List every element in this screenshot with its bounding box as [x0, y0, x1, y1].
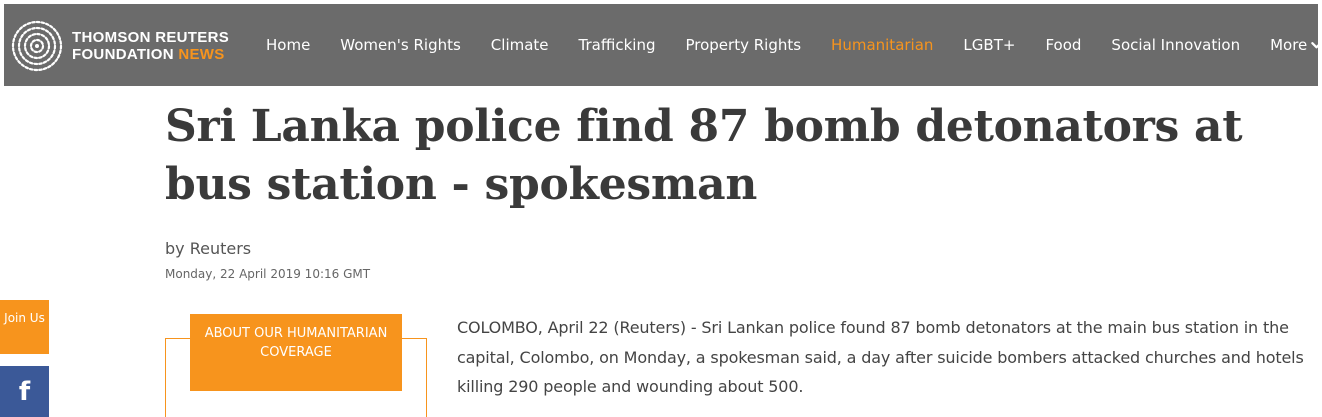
nav-item-womens-rights[interactable]: Women's Rights: [340, 36, 461, 54]
join-us-button[interactable]: Join Us: [0, 300, 49, 354]
article-body: COLOMBO, April 22 (Reuters) - Sri Lankan…: [457, 318, 1304, 396]
site-logo[interactable]: THOMSON REUTERS FOUNDATION NEWS: [10, 16, 229, 76]
nav-item-social-innovation[interactable]: Social Innovation: [1111, 36, 1240, 54]
logo-line-2: FOUNDATION NEWS: [72, 46, 229, 63]
nav-item-humanitarian[interactable]: Humanitarian: [831, 36, 933, 54]
nav-item-lgbt[interactable]: LGBT+: [963, 36, 1015, 54]
nav-item-property-rights[interactable]: Property Rights: [685, 36, 801, 54]
top-navbar: THOMSON REUTERS FOUNDATION NEWS Home Wom…: [4, 4, 1322, 86]
facebook-icon: f: [18, 376, 31, 407]
nav-more-button[interactable]: More: [1270, 36, 1322, 54]
nav-more-label: More: [1270, 36, 1308, 54]
chevron-down-icon: [1311, 41, 1322, 48]
article-date: Monday, 22 April 2019 10:16 GMT: [165, 267, 371, 281]
main-nav: Home Women's Rights Climate Trafficking …: [266, 4, 1322, 86]
about-humanitarian-coverage-button[interactable]: ABOUT OUR HUMANITARIAN COVERAGE: [190, 314, 402, 391]
article-headline: Sri Lanka police find 87 bomb detonators…: [165, 101, 1243, 210]
logo-wordmark: THOMSON REUTERS FOUNDATION NEWS: [72, 29, 229, 63]
facebook-share-button[interactable]: f: [0, 366, 49, 417]
logo-news-word: NEWS: [178, 46, 225, 63]
logo-line-1: THOMSON REUTERS: [72, 29, 230, 46]
nav-item-food[interactable]: Food: [1045, 36, 1081, 54]
nav-item-home[interactable]: Home: [266, 36, 310, 54]
logo-foundation-word: FOUNDATION: [72, 46, 174, 63]
article-byline: by Reuters: [165, 239, 252, 258]
nav-item-climate[interactable]: Climate: [491, 36, 549, 54]
nav-item-trafficking[interactable]: Trafficking: [579, 36, 656, 54]
foundation-logo-icon: [11, 20, 63, 72]
